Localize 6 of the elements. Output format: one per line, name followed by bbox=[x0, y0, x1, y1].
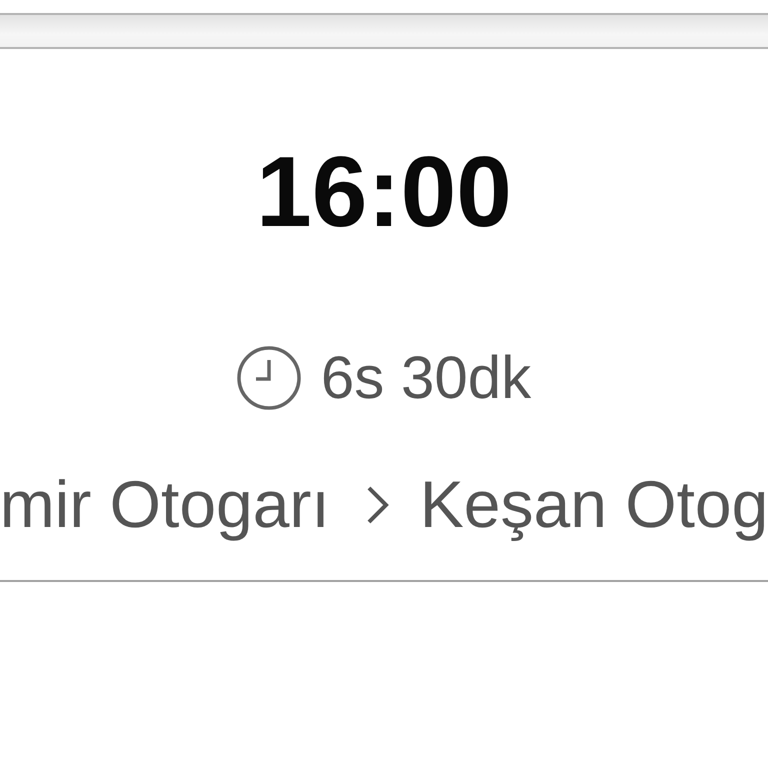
origin-station: mir Otogarı bbox=[0, 467, 330, 543]
trip-duration: 6s 30dk bbox=[320, 343, 532, 412]
chevron-right-icon bbox=[366, 485, 390, 525]
departure-time: 16:00 bbox=[256, 135, 512, 250]
clock-icon bbox=[236, 346, 301, 410]
destination-station: Keşan Otog bbox=[420, 467, 768, 543]
